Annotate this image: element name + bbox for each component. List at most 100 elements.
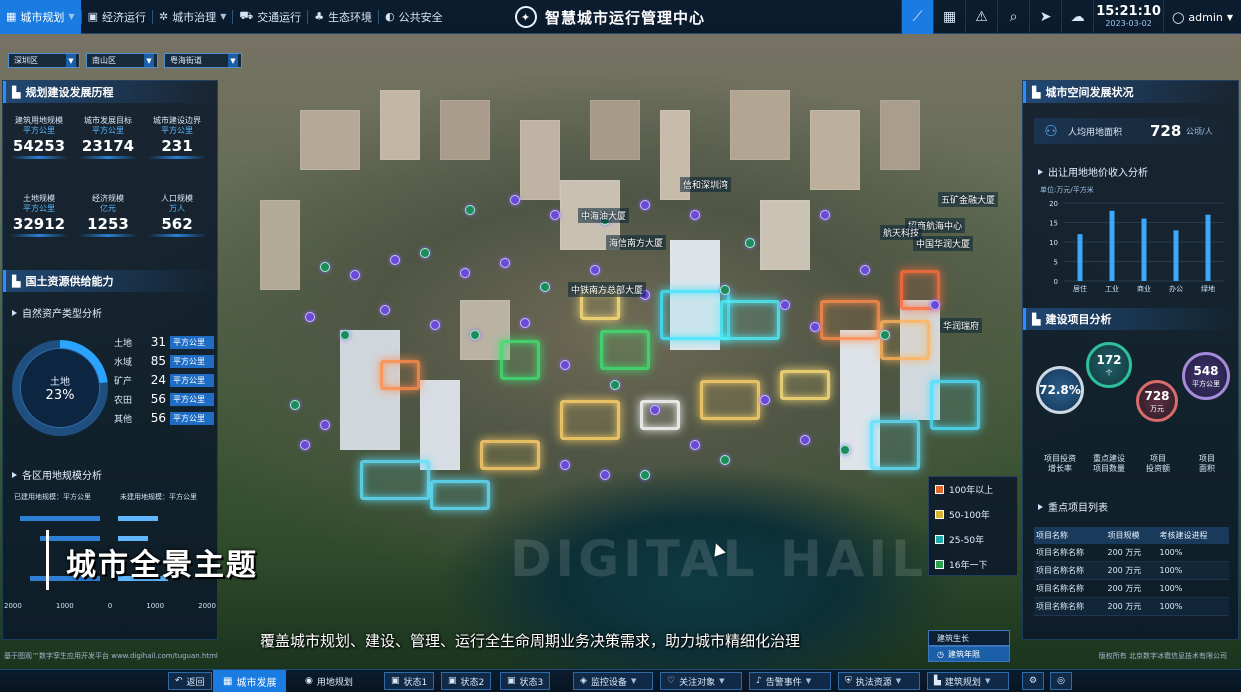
table-row[interactable]: 项目名称名称 200 万元 100%: [1034, 544, 1229, 562]
search-icon[interactable]: ⌕: [997, 0, 1029, 34]
nav-item-economy[interactable]: ▣ 经济运行: [82, 0, 152, 34]
target-icon[interactable]: ◎: [1050, 672, 1072, 690]
nav-item-governance[interactable]: ✲ 城市治理 ▼: [153, 0, 232, 34]
back-button[interactable]: ↶ 返回: [168, 672, 212, 690]
building-label[interactable]: 中海油大厦: [578, 208, 630, 223]
map-poi-marker[interactable]: [600, 470, 610, 480]
stat-value: 54253: [12, 137, 66, 155]
building-label[interactable]: 中铁南方总部大厦: [568, 282, 647, 297]
select-value: 深圳区: [14, 56, 38, 65]
gear-icon[interactable]: ⚙: [1022, 672, 1044, 690]
bubble-unit: 万元: [1150, 404, 1164, 413]
map-poi-marker[interactable]: [800, 435, 810, 445]
map-poi-marker[interactable]: [690, 210, 700, 220]
building-plan-dropdown[interactable]: ▙ 建筑规划 ▼: [927, 672, 1009, 690]
grid-icon[interactable]: ▦: [933, 0, 965, 34]
map-poi-marker[interactable]: [880, 330, 890, 340]
map-poi-marker[interactable]: [650, 405, 660, 415]
state-3-button[interactable]: ▣ 状态3: [500, 672, 551, 690]
district-built-label: 已建用地规模：平方公里: [14, 493, 91, 501]
alarm-event-dropdown[interactable]: ♪ 告警事件 ▼: [749, 672, 831, 690]
map-poi-marker[interactable]: [340, 330, 350, 340]
map-poi-marker[interactable]: [500, 258, 510, 268]
building-label[interactable]: 中国华润大厦: [913, 236, 974, 251]
map-poi-marker[interactable]: [840, 445, 850, 455]
tab-land-planning[interactable]: ◉ 用地规划: [305, 670, 353, 692]
map-poi-marker[interactable]: [320, 262, 330, 272]
nav-item-ecology[interactable]: ♣ 生态环境: [308, 0, 378, 34]
state-2-button[interactable]: ▣ 状态2: [441, 672, 492, 690]
map-poi-marker[interactable]: [690, 440, 700, 450]
map-poi-marker[interactable]: [460, 268, 470, 278]
economy-icon: ▣: [87, 10, 98, 23]
nav-item-traffic[interactable]: ⛟ 交通运行: [233, 0, 307, 34]
legend-item[interactable]: 100年以上: [929, 477, 1017, 502]
map-poi-marker[interactable]: [640, 470, 650, 480]
send-icon[interactable]: ➤: [1029, 0, 1061, 34]
nav-item-safety[interactable]: ◐ 公共安全: [379, 0, 449, 34]
map-poi-marker[interactable]: [720, 455, 730, 465]
map-poi-marker[interactable]: [420, 248, 430, 258]
stat-label: 经济规模: [92, 194, 124, 203]
toggle-building-age[interactable]: ◷ 建筑年限: [928, 646, 1010, 662]
table-row[interactable]: 项目名称名称 200 万元 100%: [1034, 579, 1229, 598]
map-poi-marker[interactable]: [470, 330, 480, 340]
monitor-device-dropdown[interactable]: ◈ 监控设备 ▼: [573, 672, 653, 690]
toggle-building-growth[interactable]: 建筑生长: [928, 630, 1010, 646]
map-poi-marker[interactable]: [560, 460, 570, 470]
map-poi-marker[interactable]: [430, 320, 440, 330]
alert-icon[interactable]: ⚠: [965, 0, 997, 34]
camera-icon: ▣: [448, 676, 457, 686]
building-label[interactable]: 海信南方大厦: [606, 235, 667, 250]
map-poi-marker[interactable]: [860, 265, 870, 275]
map-poi-marker[interactable]: [810, 322, 820, 332]
table-row[interactable]: 项目名称名称 200 万元 100%: [1034, 561, 1229, 580]
table-row[interactable]: 项目名称名称 200 万元 100%: [1034, 597, 1229, 616]
legend-label: 25-50年: [949, 536, 985, 546]
state-1-button[interactable]: ▣ 状态1: [384, 672, 435, 690]
map-poi-marker[interactable]: [320, 420, 330, 430]
map-poi-marker[interactable]: [290, 400, 300, 410]
legend-item[interactable]: 25-50年: [929, 527, 1017, 552]
map-poi-marker[interactable]: [380, 305, 390, 315]
building-label[interactable]: 信和深圳湾: [680, 177, 732, 192]
resource-name: 其他: [114, 414, 133, 425]
map-poi-marker[interactable]: [305, 312, 315, 322]
district-select[interactable]: 南山区 ▼: [86, 53, 158, 68]
map-poi-marker[interactable]: [820, 210, 830, 220]
cloud-icon[interactable]: ☁: [1061, 0, 1093, 34]
enforcement-dropdown[interactable]: ⛨ 执法资源 ▼: [838, 672, 920, 690]
map-poi-marker[interactable]: [350, 270, 360, 280]
map-poi-marker[interactable]: [590, 265, 600, 275]
map-poi-marker[interactable]: [300, 440, 310, 450]
map-poi-marker[interactable]: [760, 395, 770, 405]
map-poi-marker[interactable]: [780, 300, 790, 310]
map-poi-marker[interactable]: [390, 255, 400, 265]
tab-city-development[interactable]: ▦ 城市发展: [213, 670, 287, 692]
legend-item[interactable]: 50-100年: [929, 502, 1017, 527]
map-poi-marker[interactable]: [930, 300, 940, 310]
map-poi-marker[interactable]: [540, 282, 550, 292]
legend-item[interactable]: 16年一下: [929, 552, 1017, 577]
building-label[interactable]: 五矿金融大厦: [938, 192, 999, 207]
map-poi-marker[interactable]: [465, 205, 475, 215]
map-poi-marker[interactable]: [745, 238, 755, 248]
map-poi-marker[interactable]: [550, 210, 560, 220]
map-poi-marker[interactable]: [640, 200, 650, 210]
stat-underline: [79, 234, 137, 237]
chart-icon[interactable]: ⟋: [901, 0, 934, 34]
map-poi-marker[interactable]: [520, 318, 530, 328]
map-poi-marker[interactable]: [560, 360, 570, 370]
map-poi-marker[interactable]: [720, 285, 730, 295]
user-menu[interactable]: ◯ admin ▼: [1163, 0, 1241, 34]
street-select[interactable]: 粤海街道 ▼: [164, 53, 242, 68]
map-poi-marker[interactable]: [510, 195, 520, 205]
map-poi-marker[interactable]: [610, 380, 620, 390]
button-label: 状态1: [403, 677, 428, 688]
city-select[interactable]: 深圳区 ▼: [8, 53, 80, 68]
nav-item-city-planning[interactable]: ▦ 城市规划 ▼: [0, 0, 81, 34]
focus-object-dropdown[interactable]: ♡ 关注对象 ▼: [660, 672, 742, 690]
table-cell: 100%: [1157, 561, 1229, 580]
building-label[interactable]: 华润瑞府: [940, 318, 983, 333]
stat-label: 建筑用地规模: [15, 116, 63, 125]
